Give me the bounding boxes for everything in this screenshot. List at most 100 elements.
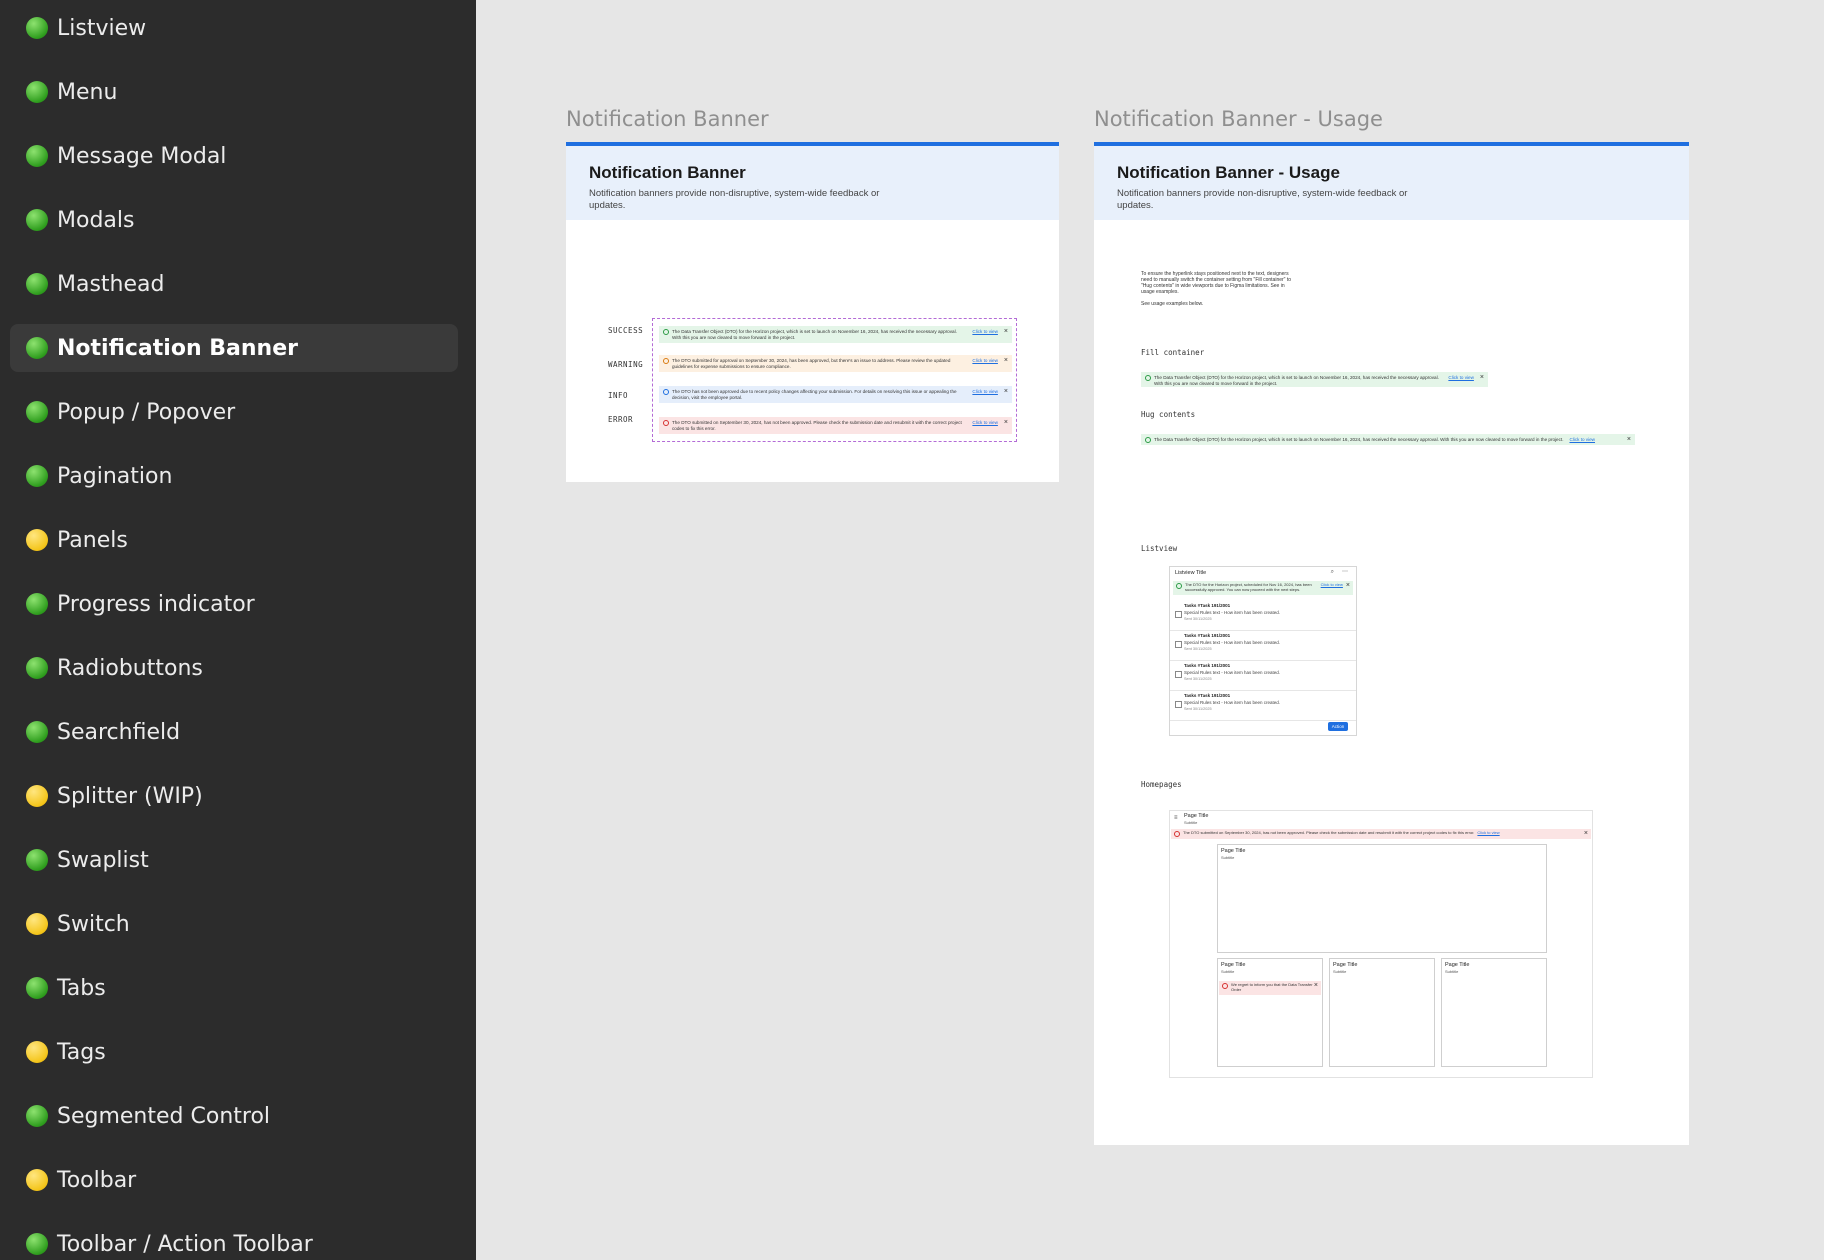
sidebar-item[interactable]: Toolbar (10, 1156, 458, 1204)
list-item[interactable]: Tasks #Task 191/2001 Special Rules text -… (1170, 630, 1356, 661)
close-icon[interactable]: × (1004, 357, 1008, 364)
frame-description: Notification banners provide non-disrupt… (1117, 188, 1408, 211)
sidebar-item[interactable]: Listview (10, 4, 458, 52)
frame-label-notification-banner[interactable]: Notification Banner (566, 107, 769, 131)
listview-title: Listview Title (1175, 570, 1207, 576)
status-dot-icon (26, 337, 48, 359)
status-dot-icon (26, 785, 48, 807)
warning-icon (663, 358, 669, 364)
section-label-homepages: Homepages (1141, 780, 1182, 789)
info-icon (663, 389, 669, 395)
banner-text: We regret to inform you that the Data Tr… (1231, 982, 1313, 992)
banner-text: The DTO submitted on September 30, 2024,… (1183, 830, 1475, 835)
close-icon[interactable]: × (1314, 982, 1318, 989)
checkbox[interactable] (1175, 641, 1182, 648)
sidebar-item-label: Panels (57, 527, 128, 553)
list-item[interactable]: Tasks #Task 191/2001 Special Rules text -… (1170, 600, 1356, 631)
banner-link[interactable]: Click to view (972, 389, 998, 395)
banner-link[interactable]: Click to view (972, 358, 998, 364)
frame-notification-banner[interactable]: Notification Banner Notification banners… (566, 142, 1059, 482)
sidebar-item-label: Tags (57, 1039, 106, 1065)
status-dot-icon (26, 145, 48, 167)
sidebar-item[interactable]: Popup / Popover (10, 388, 458, 436)
sidebar-item[interactable]: Tabs (10, 964, 458, 1012)
frame-notification-banner-usage[interactable]: Notification Banner - Usage Notification… (1094, 142, 1689, 1145)
list-item[interactable]: Tasks #Task 191/2001 Special Rules text -… (1170, 660, 1356, 691)
status-dot-icon (26, 1041, 48, 1063)
list-item-text: Special Rules text - How item has been c… (1184, 700, 1281, 705)
sidebar-item[interactable]: Pagination (10, 452, 458, 500)
error-icon (663, 420, 669, 426)
list-item-date: Sent 30/11/2025 (1184, 707, 1212, 711)
sidebar-item-label: Listview (57, 15, 147, 41)
banner-link[interactable]: Click to view (1448, 375, 1474, 381)
banner-link[interactable]: Click to view (972, 329, 998, 335)
close-icon[interactable]: × (1004, 328, 1008, 335)
close-icon[interactable]: × (1627, 436, 1631, 443)
section-label-hug: Hug contents (1141, 410, 1196, 419)
sidebar-item[interactable]: Notification Banner (10, 324, 458, 372)
more-icon[interactable]: ⋯ (1342, 568, 1348, 575)
close-icon[interactable]: × (1584, 830, 1588, 837)
sidebar-item[interactable]: Tags (10, 1028, 458, 1076)
banner-link[interactable]: Click to view (972, 420, 998, 426)
card-title: Page Title (1445, 962, 1470, 968)
status-dot-icon (26, 849, 48, 871)
close-icon[interactable]: × (1480, 374, 1484, 381)
banner-link[interactable]: Click to view (1569, 437, 1595, 443)
list-item-text: Special Rules text - How item has been c… (1184, 670, 1281, 675)
sidebar-item[interactable]: Modals (10, 196, 458, 244)
sidebar-item[interactable]: Radiobuttons (10, 644, 458, 692)
sidebar-item[interactable]: Swaplist (10, 836, 458, 884)
banner-text: The Data Transfer Object (DTO) for the H… (672, 329, 957, 340)
success-icon (1145, 437, 1151, 443)
sidebar-item[interactable]: Menu (10, 68, 458, 116)
sidebar-item-label: Notification Banner (57, 335, 298, 361)
frame-description: Notification banners provide non-disrupt… (589, 188, 880, 211)
card-subtitle: Subtitle (1221, 855, 1235, 860)
status-dot-icon (26, 977, 48, 999)
success-icon (663, 329, 669, 335)
close-icon[interactable]: × (1004, 419, 1008, 426)
sidebar-item-label: Radiobuttons (57, 655, 203, 681)
action-button[interactable]: Action (1328, 722, 1348, 731)
status-dot-icon (26, 465, 48, 487)
sidebar-item[interactable]: Switch (10, 900, 458, 948)
sidebar-item[interactable]: Panels (10, 516, 458, 564)
frame-label-notification-banner-usage[interactable]: Notification Banner - Usage (1094, 107, 1383, 131)
sidebar-item[interactable]: Message Modal (10, 132, 458, 180)
frame-title: Notification Banner (589, 163, 746, 182)
frame-header: Notification Banner - Usage Notification… (1094, 142, 1689, 220)
card-subtitle: Subtitle (1221, 969, 1235, 974)
list-item-date: Sent 30/11/2025 (1184, 617, 1212, 621)
sidebar-item-label: Tabs (57, 975, 106, 1001)
checkbox[interactable] (1175, 671, 1182, 678)
sidebar-item[interactable]: Segmented Control (10, 1092, 458, 1140)
list-item-title: Tasks #Task 191/2001 (1184, 603, 1231, 608)
sidebar-item[interactable]: Toolbar / Action Toolbar (10, 1220, 458, 1260)
close-icon[interactable]: × (1004, 388, 1008, 395)
banner-link[interactable]: Click to view (1321, 582, 1343, 588)
list-item[interactable]: Tasks #Task 191/2001 Special Rules text -… (1170, 690, 1356, 721)
page-card-3: Page Title Subtitle (1441, 958, 1547, 1067)
list-item-date: Sent 30/11/2025 (1184, 677, 1212, 681)
list-item-title: Tasks #Task 191/2001 (1184, 693, 1231, 698)
checkbox[interactable] (1175, 611, 1182, 618)
sidebar-item[interactable]: Searchfield (10, 708, 458, 756)
variant-label-error: ERROR (608, 415, 634, 424)
sidebar-item[interactable]: Masthead (10, 260, 458, 308)
search-icon[interactable]: ⌕ (1331, 569, 1334, 576)
sidebar-item-label: Message Modal (57, 143, 227, 169)
close-icon[interactable]: × (1346, 582, 1350, 589)
homepage-error-banner: The DTO submitted on September 30, 2024,… (1171, 829, 1591, 839)
checkbox[interactable] (1175, 701, 1182, 708)
banner-link[interactable]: Click to view (1477, 830, 1499, 836)
banner-fill-container: The Data Transfer Object (DTO) for the H… (1141, 372, 1488, 387)
menu-icon[interactable]: ≡ (1174, 815, 1178, 821)
list-item-text: Special Rules text - How item has been c… (1184, 610, 1281, 615)
page-card-2: Page Title Subtitle (1329, 958, 1435, 1067)
sidebar-item[interactable]: Progress indicator (10, 580, 458, 628)
sidebar-item[interactable]: Splitter (WIP) (10, 772, 458, 820)
sidebar-item-label: Pagination (57, 463, 173, 489)
status-dot-icon (26, 1169, 48, 1191)
